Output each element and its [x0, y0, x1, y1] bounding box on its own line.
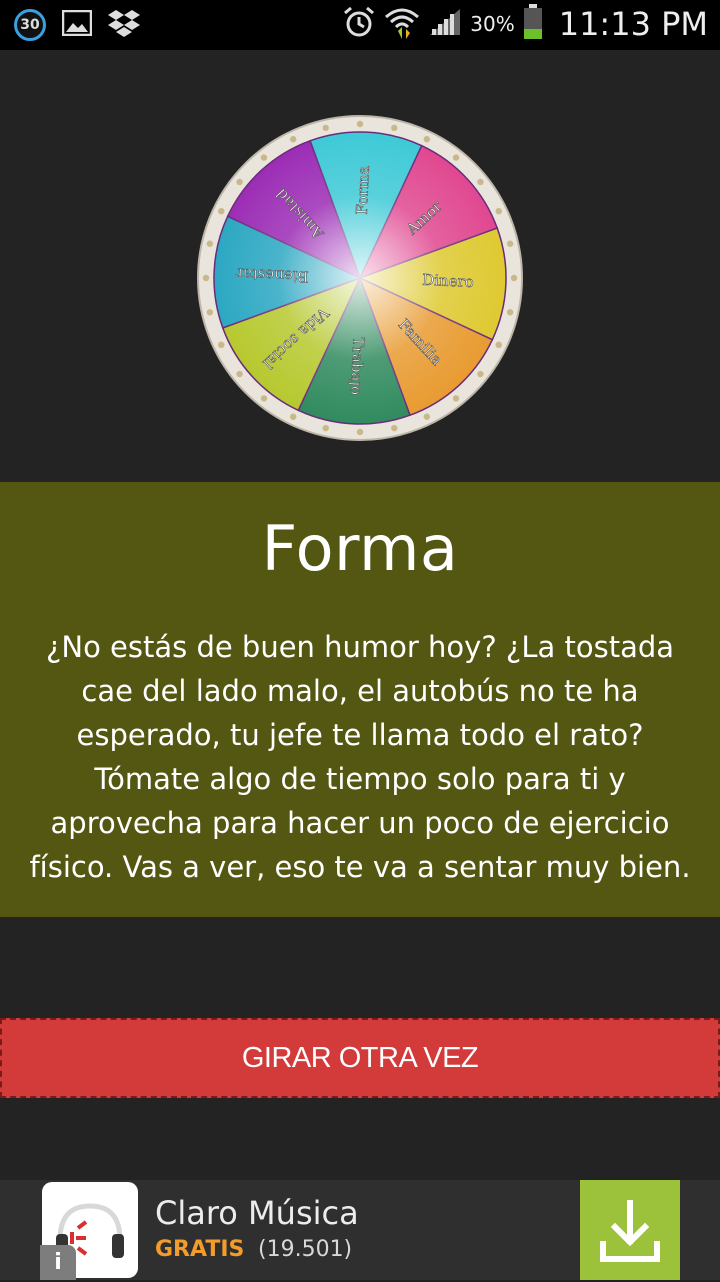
result-title: Forma: [261, 512, 459, 585]
battery-percent: 30%: [470, 12, 515, 36]
rim-light: [322, 124, 329, 132]
rim-light: [260, 395, 268, 402]
rim-light: [202, 274, 210, 282]
rim-light: [218, 341, 225, 349]
gallery-icon: [61, 9, 93, 40]
status-bar: 30 30% 11:13 PM: [0, 0, 720, 50]
rim-light: [218, 207, 225, 215]
rim-light: [452, 154, 460, 161]
battery-icon: [523, 4, 543, 44]
wheel-segment-label: Trabajo: [347, 336, 368, 395]
fortune-wheel[interactable]: FormaAmorDineroFamiliaTrabajoVida social…: [192, 110, 528, 446]
wheel-segment-label: Bienestar: [234, 265, 309, 286]
wheel-segment-label: Forma: [353, 165, 373, 215]
spin-again-button[interactable]: GIRAR OTRA VEZ: [0, 1018, 720, 1098]
rim-light: [477, 370, 484, 378]
rim-light: [356, 428, 364, 436]
rim-light: [260, 154, 268, 161]
rim-light: [506, 240, 514, 247]
rim-light: [495, 341, 502, 349]
wifi-icon: [384, 5, 420, 43]
rim-light: [391, 424, 398, 432]
ad-info-icon[interactable]: i: [40, 1245, 76, 1280]
rim-light: [236, 370, 243, 378]
signal-icon: [428, 7, 462, 41]
dropbox-icon: [108, 8, 140, 42]
rim-light: [510, 274, 518, 282]
ad-banner[interactable]: Claro Música GRATIS (19.501): [0, 1180, 720, 1280]
download-icon: [600, 1200, 660, 1262]
rim-light: [322, 424, 329, 432]
rim-light: [506, 309, 514, 316]
rim-light: [452, 395, 460, 402]
rim-light: [423, 136, 431, 143]
rim-light: [236, 178, 243, 186]
rim-light: [391, 124, 398, 132]
rim-light: [423, 413, 431, 420]
result-description: ¿No estás de buen humor hoy? ¿La tostada…: [29, 630, 691, 884]
rim-light: [477, 178, 484, 186]
rim-light: [495, 207, 502, 215]
rim-light: [289, 136, 297, 143]
alarm-icon: [342, 5, 376, 43]
result-panel: Forma ¿No estás de buen humor hoy? ¿La t…: [0, 482, 720, 917]
wheel-segment-label: Dinero: [422, 271, 474, 291]
rim-light: [289, 413, 297, 420]
ad-app-name: Claro Música: [155, 1194, 359, 1232]
download-button[interactable]: [580, 1180, 680, 1280]
ad-price: GRATIS: [155, 1237, 245, 1262]
rim-light: [356, 120, 364, 128]
rim-light: [206, 309, 214, 316]
rim-light: [206, 240, 214, 247]
clock: 11:13 PM: [558, 5, 708, 43]
wheel-area: Forma Amor Dinero Familia Trabajo Vida social…: [0, 50, 720, 482]
notification-count-badge: 30: [14, 9, 46, 41]
ad-rating-count: (19.501): [258, 1237, 353, 1262]
